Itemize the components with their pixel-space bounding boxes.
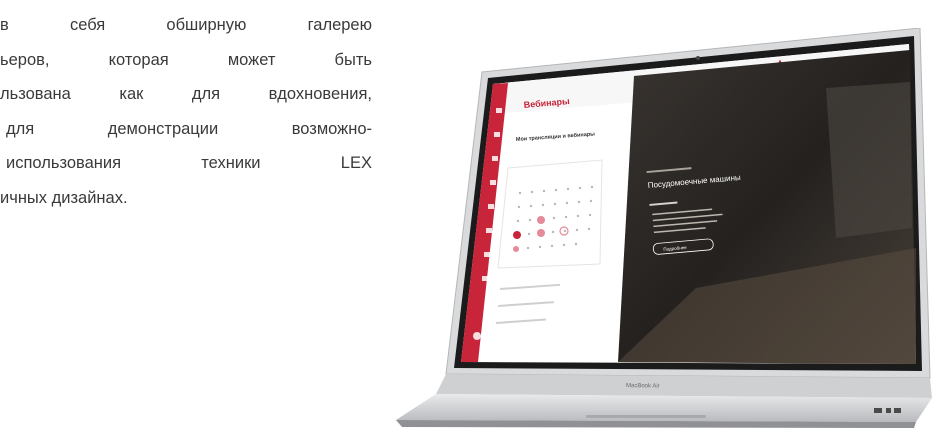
- lower-bezel: [436, 374, 932, 398]
- ports: [874, 408, 901, 413]
- home-icon[interactable]: [496, 108, 502, 113]
- star-icon[interactable]: [484, 252, 490, 257]
- calendar-icon[interactable]: [492, 156, 498, 161]
- slide-image-appliance: [826, 82, 912, 238]
- description-line: льзована как для вдохновения,: [0, 85, 372, 103]
- description-line: ичных дизайнах.: [0, 188, 128, 207]
- book-icon[interactable]: [488, 204, 494, 209]
- description-line: в себя обширную галерею: [0, 16, 372, 34]
- description-line: ьеров, которая может быть: [0, 50, 372, 69]
- description-line: использования техники LEX: [6, 154, 372, 172]
- brand-label: MacBook Air: [626, 383, 660, 390]
- laptop-mockup: Академия LEX Вебинары Мои трансляции и в…: [396, 27, 936, 428]
- laptop-illustration: Академия LEX Вебинары Мои трансляции и в…: [396, 27, 932, 428]
- doc-icon[interactable]: [482, 276, 488, 281]
- chat-icon[interactable]: [486, 228, 492, 233]
- camera-icon: [696, 56, 700, 60]
- calendar-widget[interactable]: [497, 159, 603, 269]
- thunderbolt-port-icon: [886, 408, 891, 413]
- description-text: в себя обширную галерею ьеров, которая м…: [0, 8, 372, 215]
- video-icon[interactable]: [490, 180, 496, 185]
- hinge-notch: [586, 415, 706, 418]
- settings-icon[interactable]: [473, 332, 481, 340]
- user-icon[interactable]: [494, 132, 500, 137]
- usb-port-icon: [874, 408, 882, 413]
- description-line: для демонстрации возможно-: [6, 119, 372, 138]
- usb-port-icon: [894, 408, 901, 413]
